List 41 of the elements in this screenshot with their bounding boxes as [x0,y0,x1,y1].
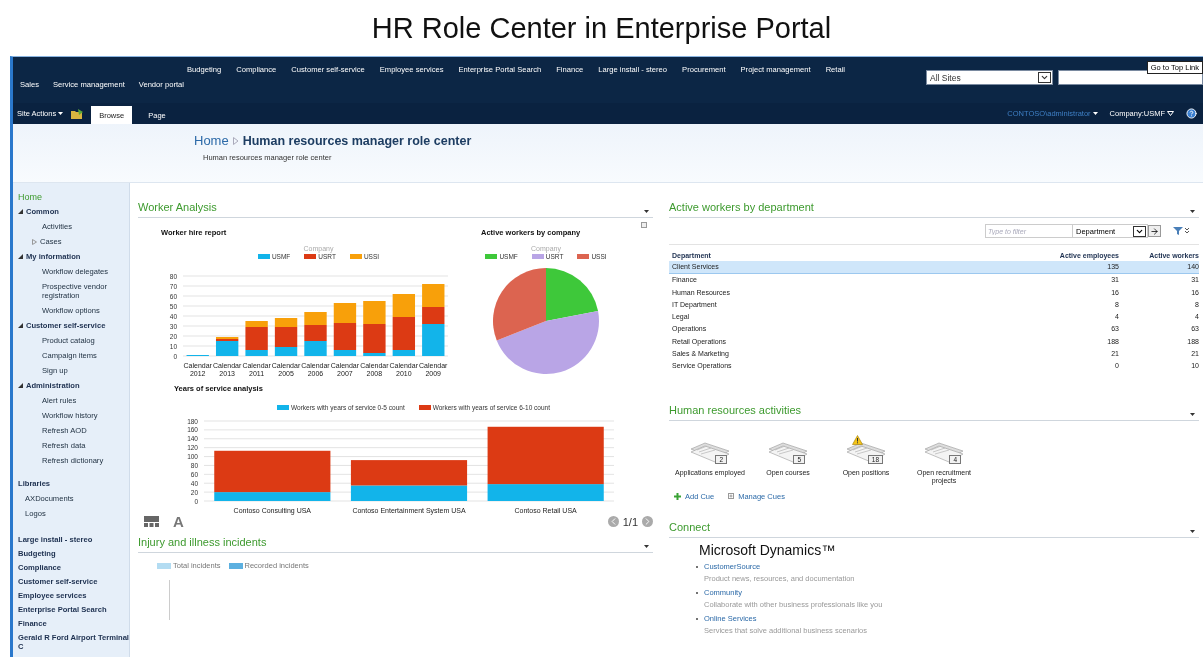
expanded-icon [18,323,23,328]
section-heading: Microsoft Dynamics™ [699,541,837,558]
caret-icon [1167,111,1174,116]
search-field[interactable] [1058,70,1203,85]
caret-icon[interactable] [1190,412,1195,416]
panel-title: Human resources activities [669,403,802,416]
breadcrumb-link[interactable]: Home [194,133,229,148]
plus-icon [674,492,681,500]
page-title: HR Role Center in Enterprise Portal [370,10,833,46]
panel-title: Injury and illness incidents [138,536,267,549]
caret-icon[interactable] [644,210,649,213]
expanded-icon [18,254,23,259]
page-indicator: 1/1 [622,515,638,528]
chart-bar [304,312,327,325]
expanded-icon [18,209,23,214]
site-select[interactable]: All Sites [926,70,1053,85]
go-button[interactable] [1148,225,1161,237]
caret-icon [58,112,64,115]
caret-icon[interactable] [1190,529,1195,533]
collapsed-icon [32,238,37,245]
chevron-down-icon [1040,73,1049,82]
caret-icon[interactable] [644,545,649,549]
chart-bar [422,284,445,307]
filter-icon[interactable] [1173,226,1191,236]
caret-icon[interactable] [1190,210,1195,213]
separator-icon [232,136,239,145]
chart-bar [363,301,386,324]
panel-title: Active workers by department [669,201,814,213]
panel-title: Connect [669,520,710,533]
page-heading: Human resources manager role center [242,133,472,148]
help-icon[interactable] [1186,108,1197,119]
text-size-button[interactable]: A [173,513,184,531]
folder-icon[interactable] [71,108,84,119]
grid-icon[interactable] [144,516,159,528]
panel-title: Worker Analysis [138,201,217,213]
caret-icon [1092,112,1098,115]
expanded-icon [18,383,23,388]
chart-bar [304,341,327,356]
chart-bar [304,325,327,341]
expand-box-icon [728,493,735,500]
chart-bar [333,303,357,323]
